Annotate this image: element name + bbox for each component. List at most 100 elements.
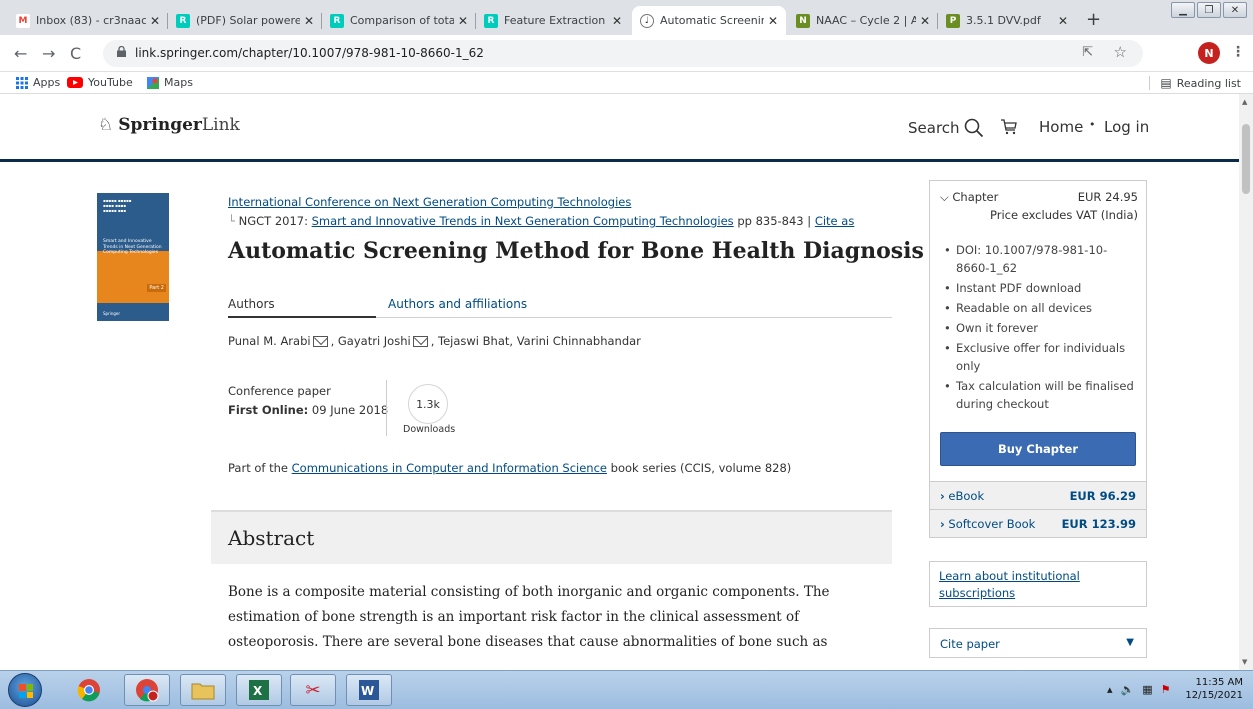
youtube-icon [67,77,83,88]
menu-kebab-icon[interactable]: ⋮ [1231,44,1245,60]
author-name[interactable]: , Tejaswi Bhat, Varini Chinnabhandar [431,334,641,348]
network-icon[interactable]: ▦ [1142,683,1152,696]
snipping-tool-taskbar-icon[interactable]: ✂ [290,674,336,706]
scroll-thumb[interactable] [1242,124,1250,194]
windows-taskbar: X ✂ W ▴ 🔈 ▦ ⚑ 11:35 AM 12/15/2021 [0,670,1253,709]
cover-line: Smart and Innovative [103,239,152,244]
tab-authors-affiliations[interactable]: Authors and affiliations [388,297,527,311]
ebook-price: EUR 96.29 [1069,489,1136,503]
site-header: ♘ Springer Link Search Home • Log in [0,94,1239,162]
close-icon[interactable]: ✕ [304,14,314,28]
reading-list-button[interactable]: ▤ Reading list [1149,76,1241,90]
cart-button[interactable] [1000,118,1018,136]
authors-tabs: Authors Authors and affiliations [228,292,892,318]
address-bar[interactable]: link.springer.com/chapter/10.1007/978-98… [103,40,1143,67]
tab-naac[interactable]: N NAAC – Cycle 2 | AC ✕ [788,6,938,35]
scroll-down-icon[interactable]: ▼ [1242,658,1247,666]
bookmark-maps[interactable]: Maps [147,76,193,89]
close-icon[interactable]: ✕ [612,14,622,28]
page-scrollbar[interactable]: ▲ ▼ [1239,94,1253,670]
login-link[interactable]: Log in [1104,118,1149,136]
forward-arrow-icon[interactable]: → [42,44,55,63]
search-label: Search [908,119,960,137]
home-link[interactable]: Home [1039,118,1083,136]
researchgate-icon: R [176,13,190,28]
page-title: Automatic Screening Method for Bone Heal… [228,238,924,264]
author-name[interactable]: Punal M. Arabi [228,334,311,348]
search-icon [964,118,983,138]
buy-chapter-button[interactable]: Buy Chapter [940,432,1136,466]
tray-arrow-icon[interactable]: ▴ [1107,683,1113,696]
maps-icon [147,76,159,89]
cover-line: Trends in Next Generation [103,244,162,250]
close-icon[interactable]: ✕ [1058,14,1068,28]
email-icon[interactable] [412,335,428,347]
bookmark-label: YouTube [88,76,133,89]
feature-item: Instant PDF download [942,279,1138,297]
tab-inbox[interactable]: M Inbox (83) - cr3naac ✕ [8,6,168,35]
article-type: Conference paper [228,384,331,398]
feature-item: DOI: 10.1007/978-981-10-8660-1_62 [942,241,1138,277]
tab-comparison[interactable]: R Comparison of tota ✕ [322,6,476,35]
clock[interactable]: 11:35 AM 12/15/2021 [1185,676,1243,702]
email-icon[interactable] [312,335,328,347]
tab-automatic-screening[interactable]: ♩ Automatic Screenin ✕ [632,6,786,35]
chapter-label: Chapter [952,190,999,204]
bookmark-youtube[interactable]: YouTube [67,76,133,89]
chrome-taskbar-icon[interactable] [66,674,112,706]
nav-separator-dot: • [1089,118,1096,131]
profile-avatar[interactable]: N [1198,42,1220,64]
bookmark-apps[interactable]: Apps [16,76,60,89]
start-button[interactable] [8,673,42,707]
ebook-option[interactable]: › eBook EUR 96.29 [930,481,1146,509]
cite-paper-dropdown[interactable]: Cite paper ▼ [929,628,1147,658]
tab-feature-extraction[interactable]: R Feature Extraction a ✕ [476,6,630,35]
softcover-option[interactable]: › Softcover Book EUR 123.99 [930,509,1146,537]
minimize-icon[interactable]: ▁ [1171,2,1195,18]
researchgate-icon: R [484,13,498,28]
volume-icon[interactable]: 🔈 [1121,683,1135,696]
institutional-subscriptions-link[interactable]: Learn about institutional subscriptions [929,561,1147,607]
new-tab-button[interactable]: + [1086,9,1101,30]
book-series-link[interactable]: Communications in Computer and Informati… [292,461,607,475]
tab-solar[interactable]: R (PDF) Solar powere ✕ [168,6,322,35]
caret-down-icon: ▼ [1126,637,1134,648]
scroll-up-icon[interactable]: ▲ [1242,98,1247,106]
chrome-profile-taskbar-icon[interactable] [124,674,170,706]
springer-horse-icon: ♘ [98,115,114,135]
close-icon[interactable]: ✕ [920,14,930,28]
springerlink-logo[interactable]: ♘ Springer Link [98,115,240,135]
excel-taskbar-icon[interactable]: X [236,674,282,706]
page-content: ♘ Springer Link Search Home • Log in ▪▪▪▪… [0,94,1239,670]
close-icon[interactable]: ✕ [150,14,160,28]
chapter-price: EUR 24.95 [1077,190,1138,204]
system-tray: ▴ 🔈 ▦ ⚑ [1107,683,1171,696]
share-icon[interactable]: ⇱ [1082,45,1093,60]
action-center-icon[interactable]: ⚑ [1161,683,1171,696]
gmail-icon: M [16,13,30,28]
explorer-taskbar-icon[interactable] [180,674,226,706]
reload-icon[interactable]: C [70,44,81,63]
search-link[interactable]: Search [908,118,984,138]
excel-icon: X [249,680,269,700]
chevron-down-icon: ⌵ [940,190,949,204]
bookmark-star-icon[interactable]: ☆ [1114,43,1127,61]
book-cover-image[interactable]: ▪▪▪▪▪ ▪▪▪▪▪ ▪▪▪▪ ▪▪▪▪ ▪▪▪▪▪ ▪▪▪ Smart and … [97,193,169,321]
book-series-line: Part of the Communications in Computer a… [228,461,791,475]
author-name[interactable]: , Gayatri Joshi [331,334,411,348]
vat-note: Price excludes VAT (India) [990,208,1138,222]
close-icon[interactable]: ✕ [768,14,778,28]
conference-link[interactable]: International Conference on Next Generat… [228,195,631,209]
restore-icon[interactable]: ❐ [1197,2,1221,18]
tab-authors[interactable]: Authors [228,297,376,318]
back-arrow-icon[interactable]: ← [14,44,27,63]
tab-dvv-pdf[interactable]: P 3.5.1 DVV.pdf ✕ [938,6,1076,35]
cite-as-link[interactable]: Cite as [815,214,855,228]
close-icon[interactable]: ✕ [458,14,468,28]
logo-text-bold: Springer [118,115,202,135]
naac-icon: N [796,13,810,28]
close-window-icon[interactable]: ✕ [1223,2,1247,18]
series-link[interactable]: Smart and Innovative Trends in Next Gene… [312,214,734,228]
word-taskbar-icon[interactable]: W [346,674,392,706]
reading-list-label: Reading list [1176,76,1241,90]
